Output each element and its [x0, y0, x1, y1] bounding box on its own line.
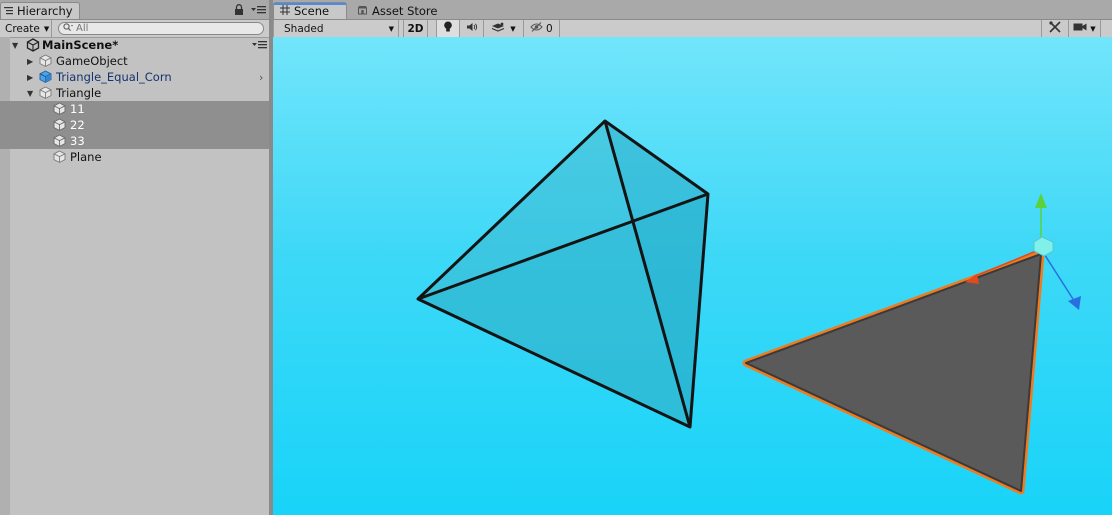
scene-viewport[interactable] [273, 37, 1112, 515]
scene-canvas[interactable] [273, 37, 1112, 515]
expand-arrow-icon[interactable]: ▼ [12, 41, 18, 50]
list-item[interactable]: ▶ Triangle_Equal_Corn › [0, 69, 269, 85]
grid-icon [280, 4, 290, 18]
list-item-label: GameObject [56, 54, 128, 68]
list-item-label: 22 [70, 118, 85, 132]
effects-dropdown-button[interactable]: ▼ [484, 20, 524, 37]
hierarchy-list: ▼ MainScene* ▶ GameObject ▶ Triangle_Equ… [0, 37, 270, 515]
list-item[interactable]: ▼ Triangle [0, 85, 269, 101]
lock-icon[interactable] [234, 4, 244, 15]
search-icon [63, 22, 74, 35]
list-item-selected[interactable]: 11 [0, 101, 269, 117]
lightbulb-icon [443, 21, 453, 36]
dropdown-arrow-icon: ▼ [43, 24, 50, 33]
store-icon [357, 4, 368, 18]
hierarchy-search[interactable] [58, 22, 264, 35]
tab-scene-label: Scene [294, 4, 330, 18]
gameobject-cube-icon [53, 102, 66, 115]
dropdown-arrow-icon: ▼ [388, 24, 394, 33]
list-item-label: 33 [70, 134, 85, 148]
chevron-right-icon[interactable]: › [259, 71, 263, 84]
scene-root-row[interactable]: ▼ MainScene* [0, 37, 269, 53]
audio-toggle-button[interactable] [460, 20, 484, 37]
list-item-selected[interactable]: 22 [0, 117, 269, 133]
hierarchy-tab-label: Hierarchy [17, 4, 73, 18]
hierarchy-tab-bar: Hierarchy [0, 0, 270, 20]
collapsed-arrow-icon[interactable]: ▶ [27, 57, 33, 66]
scene-menu-icon[interactable] [252, 39, 268, 53]
collapsed-arrow-icon[interactable]: ▶ [27, 73, 33, 82]
shading-mode-value: Shaded [284, 22, 324, 35]
unity-scene-icon [26, 38, 40, 52]
eye-slash-icon [530, 22, 543, 35]
list-item-label: 11 [70, 102, 85, 116]
z-axis-arrow-icon [1068, 296, 1081, 310]
hierarchy-toolbar: Create ▼ [0, 20, 270, 38]
list-item-label: Triangle [56, 86, 102, 100]
create-button[interactable]: Create ▼ [0, 20, 52, 37]
gameobject-cube-icon [39, 86, 52, 99]
gameobject-cube-icon [53, 150, 66, 163]
tab-asset-store[interactable]: Asset Store [351, 2, 451, 19]
scene-tab-bar: Scene Asset Store [273, 0, 1112, 20]
tab-asset-store-label: Asset Store [372, 3, 438, 18]
tab-scene[interactable]: Scene [273, 2, 347, 19]
tab-hierarchy[interactable]: Hierarchy [0, 2, 80, 19]
scene-name: MainScene* [42, 38, 119, 52]
search-input[interactable] [76, 23, 256, 34]
hierarchy-list-icon [4, 5, 13, 18]
y-axis-arrow-icon [1035, 193, 1047, 208]
list-item[interactable]: Plane [0, 149, 269, 165]
gameobject-cube-icon [53, 134, 66, 147]
list-item-selected[interactable]: 33 [0, 133, 269, 149]
active-tab-indicator [274, 3, 346, 5]
camera-icon [1073, 22, 1087, 35]
create-button-label: Create [5, 22, 40, 35]
hidden-objects-toggle[interactable]: 0 [524, 20, 560, 37]
hierarchy-panel: Hierarchy Create ▼ ▼ MainScene* [0, 0, 270, 515]
selected-triangle-plane[interactable] [742, 250, 1045, 495]
dropdown-arrow-icon: ▼ [1090, 24, 1096, 33]
scene-toolbar: Shaded ▼ 2D ▼ 0 ▼ [273, 20, 1112, 38]
list-item-label: Plane [70, 150, 102, 164]
tetrahedron-object[interactable] [416, 119, 710, 429]
hidden-objects-count: 0 [546, 22, 553, 35]
2d-toggle-button[interactable]: 2D [403, 20, 428, 37]
effects-layers-icon [491, 22, 505, 36]
speaker-icon [466, 22, 478, 35]
shading-mode-dropdown[interactable]: Shaded ▼ [273, 20, 399, 37]
list-item-label: Triangle_Equal_Corn [56, 70, 172, 84]
lighting-toggle-button[interactable] [436, 20, 460, 37]
wrench-cross-icon [1049, 21, 1061, 36]
gizmo-tools-button[interactable] [1041, 20, 1069, 37]
expand-arrow-icon[interactable]: ▼ [27, 89, 33, 98]
dropdown-arrow-icon: ▼ [510, 24, 516, 33]
panel-menu-icon[interactable] [251, 4, 267, 15]
gameobject-cube-icon [39, 54, 52, 67]
gameobject-cube-icon [53, 118, 66, 131]
list-item[interactable]: ▶ GameObject [0, 53, 269, 69]
camera-settings-button[interactable]: ▼ [1069, 20, 1101, 37]
prefab-cube-icon [39, 70, 52, 83]
